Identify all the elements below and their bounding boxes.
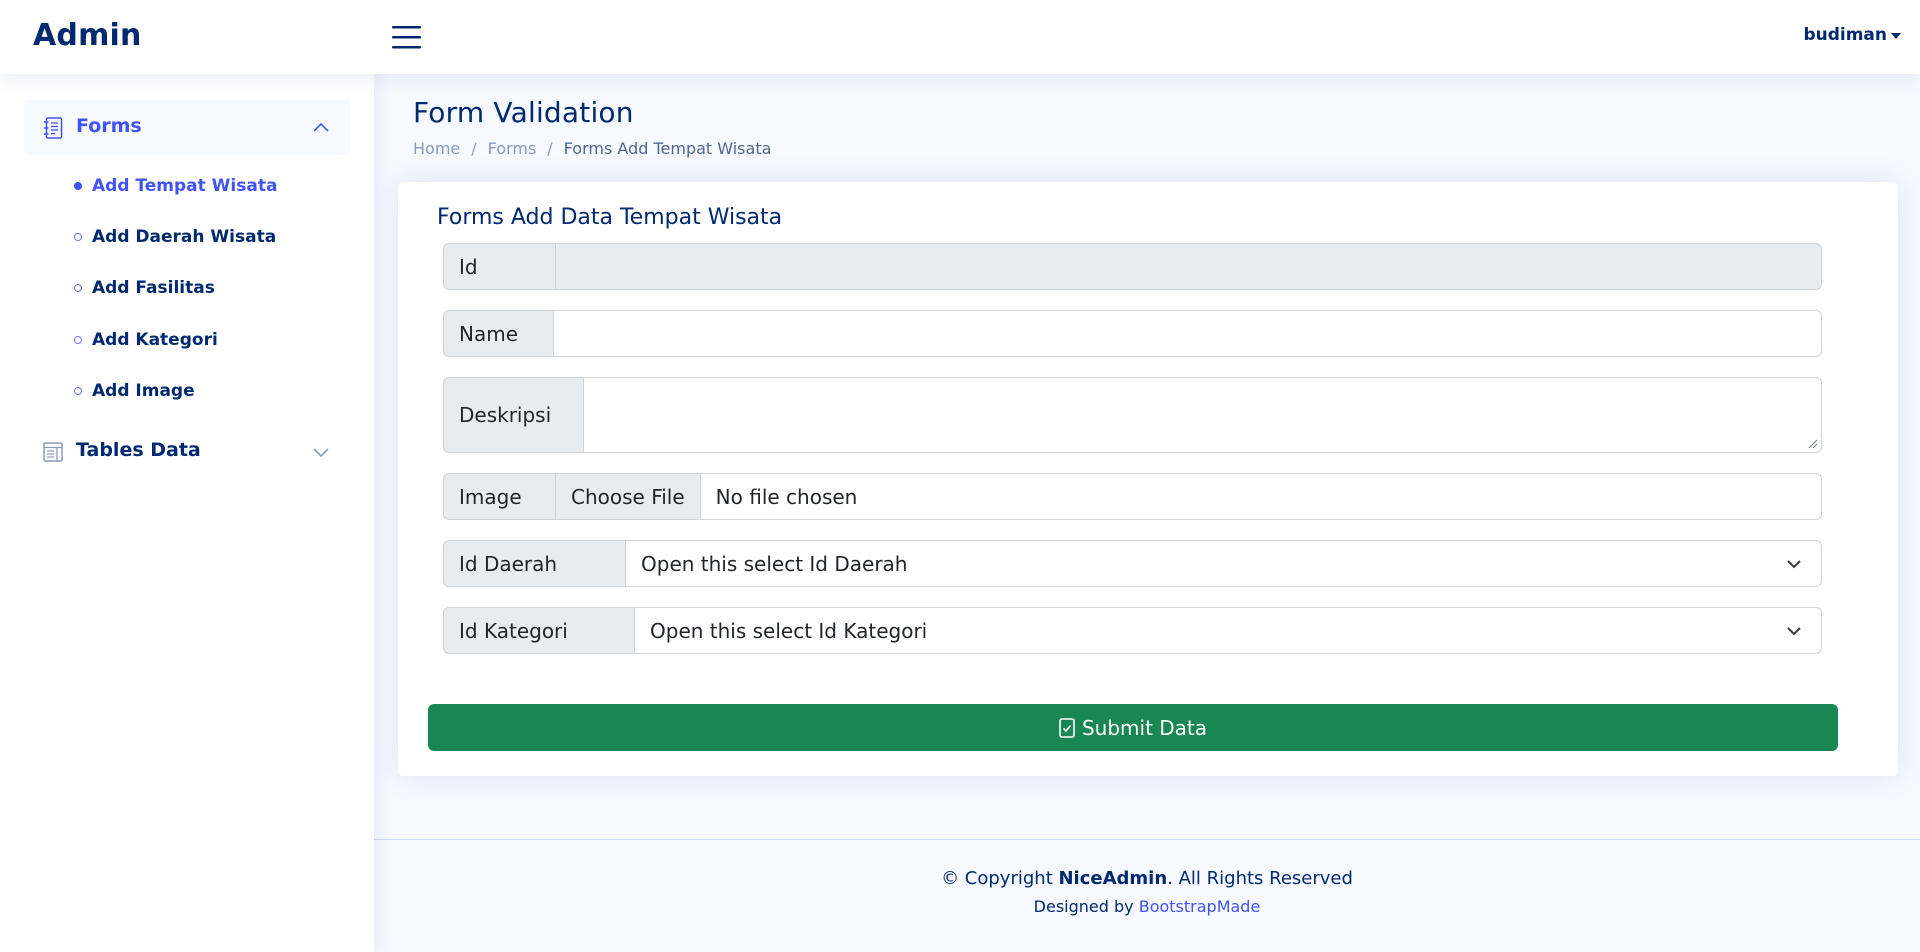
hamburger-icon — [392, 26, 421, 49]
sidebar-item-tables-data[interactable]: Tables Data — [24, 424, 350, 479]
daerah-label: Id Daerah — [443, 540, 626, 587]
image-label: Image — [443, 473, 556, 520]
designed-by-text: Designed by — [1033, 897, 1139, 916]
name-field[interactable] — [554, 310, 1822, 357]
chevron-down-icon — [313, 448, 329, 458]
deskripsi-textarea[interactable] — [584, 377, 1822, 453]
image-input-group: Image Choose File No file chosen — [443, 473, 1822, 520]
sidebar-subitem-add-kategori[interactable]: Add Kategori — [74, 325, 218, 355]
page-title-block: Form Validation Home / Forms / Forms Add… — [413, 96, 771, 158]
sidebar-subitem-add-tempat-wisata[interactable]: Add Tempat Wisata — [74, 171, 277, 201]
sidebar-subitem-label: Add Image — [92, 381, 195, 401]
caret-down-icon — [1891, 32, 1901, 39]
breadcrumb: Home / Forms / Forms Add Tempat Wisata — [413, 139, 771, 158]
bullet-icon — [74, 182, 82, 190]
sidebar-item-label: Forms — [76, 115, 142, 137]
bullet-icon — [74, 336, 82, 344]
bullet-icon — [74, 284, 82, 292]
breadcrumb-home[interactable]: Home — [413, 139, 460, 158]
page-title: Form Validation — [413, 96, 634, 129]
sidebar-subitem-add-daerah-wisata[interactable]: Add Daerah Wisata — [74, 222, 276, 252]
file-check-icon — [1059, 717, 1075, 738]
sidebar: Forms Add Tempat Wisata Add Daerah Wisat… — [0, 74, 374, 952]
kategori-label: Id Kategori — [443, 607, 635, 654]
card-title: Forms Add Data Tempat Wisata — [437, 205, 783, 230]
id-field — [556, 243, 1822, 290]
chevron-down-icon — [1787, 626, 1801, 635]
kategori-select[interactable]: Open this select Id Kategori — [635, 607, 1822, 654]
sidebar-subitem-add-image[interactable]: Add Image — [74, 376, 195, 406]
id-input-group: Id — [443, 243, 1822, 290]
file-status: No file chosen — [715, 484, 858, 509]
breadcrumb-forms[interactable]: Forms — [488, 139, 537, 158]
chevron-down-icon — [1787, 559, 1801, 568]
breadcrumb-separator: / — [471, 139, 477, 158]
name-input-group: Name — [443, 310, 1822, 357]
kategori-selected-value: Open this select Id Kategori — [650, 618, 928, 643]
logo[interactable]: Admin — [33, 18, 142, 53]
choose-file-button[interactable]: Choose File — [556, 474, 701, 519]
layout-text-window-icon — [43, 442, 63, 462]
sidebar-subitem-add-fasilitas[interactable]: Add Fasilitas — [74, 273, 215, 303]
deskripsi-label: Deskripsi — [443, 377, 584, 453]
id-label: Id — [443, 243, 556, 290]
copyright-suffix: . All Rights Reserved — [1167, 868, 1353, 889]
designer-link[interactable]: BootstrapMade — [1139, 897, 1261, 916]
submit-label: Submit Data — [1081, 715, 1208, 740]
daerah-selected-value: Open this select Id Daerah — [641, 551, 908, 576]
credits: Designed by BootstrapMade — [374, 897, 1920, 916]
copyright: © Copyright NiceAdmin. All Rights Reserv… — [374, 868, 1920, 889]
daerah-input-group: Id Daerah Open this select Id Daerah — [443, 540, 1822, 587]
breadcrumb-separator: / — [547, 139, 553, 158]
kategori-input-group: Id Kategori Open this select Id Kategori — [443, 607, 1822, 654]
name-label: Name — [443, 310, 554, 357]
breadcrumb-current: Forms Add Tempat Wisata — [563, 139, 772, 158]
chevron-up-icon — [313, 122, 329, 132]
daerah-select[interactable]: Open this select Id Daerah — [626, 540, 1822, 587]
journal-text-icon — [44, 117, 63, 139]
resize-grip-icon[interactable] — [1808, 439, 1818, 449]
copyright-prefix: © Copyright — [941, 868, 1059, 889]
user-name: budiman — [1803, 25, 1887, 45]
deskripsi-input-group: Deskripsi — [443, 377, 1822, 453]
sidebar-subitem-label: Add Tempat Wisata — [92, 176, 278, 196]
toggle-sidebar-button[interactable] — [392, 25, 422, 50]
brand-name: NiceAdmin — [1058, 868, 1168, 889]
bullet-icon — [74, 387, 82, 395]
footer: © Copyright NiceAdmin. All Rights Reserv… — [374, 839, 1920, 952]
form-card: Forms Add Data Tempat Wisata Id Name Des… — [398, 182, 1898, 776]
sidebar-subitem-label: Add Daerah Wisata — [92, 227, 277, 247]
top-header: Admin budiman — [0, 0, 1920, 74]
sidebar-subitem-label: Add Kategori — [92, 330, 218, 350]
image-file-input[interactable]: Choose File No file chosen — [556, 473, 1822, 520]
user-dropdown[interactable]: budiman — [1803, 25, 1901, 45]
bullet-icon — [74, 233, 82, 241]
sidebar-subitem-label: Add Fasilitas — [92, 278, 215, 298]
sidebar-item-forms[interactable]: Forms — [24, 100, 350, 155]
sidebar-item-label: Tables Data — [76, 439, 201, 461]
submit-data-button[interactable]: Submit Data — [428, 704, 1838, 751]
